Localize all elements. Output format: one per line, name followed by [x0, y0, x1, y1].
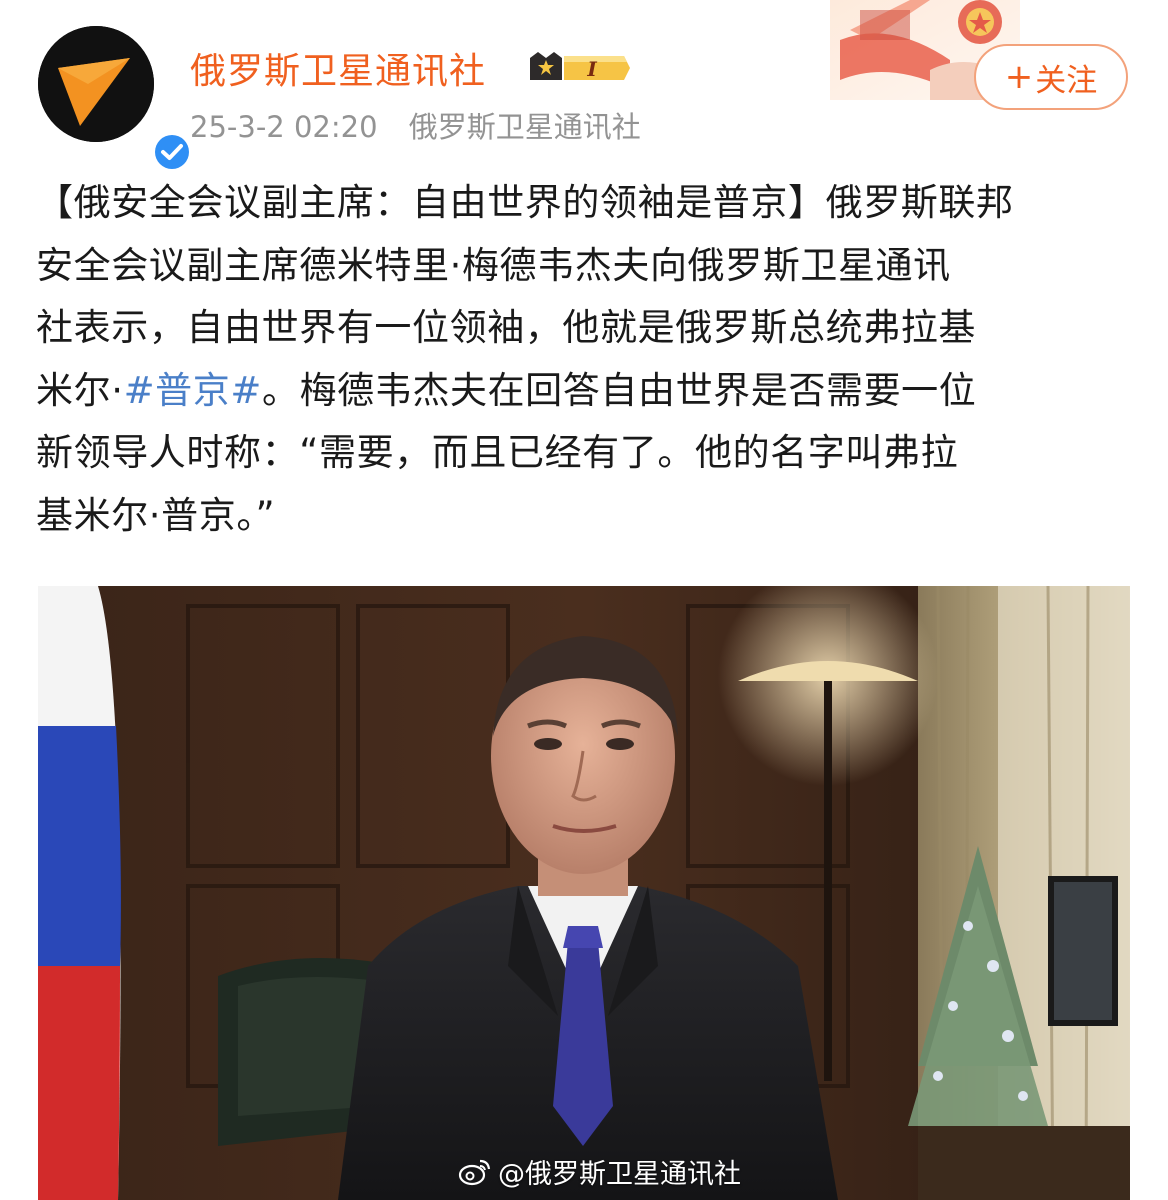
- weibo-logo-icon: [458, 1159, 491, 1185]
- post-text-line: 社表示，自由世界有一位领袖，他就是俄罗斯总统弗拉基: [36, 306, 976, 349]
- plus-icon: +: [1004, 57, 1034, 97]
- account-avatar[interactable]: [38, 26, 192, 172]
- post-header: 俄罗斯卫星通讯社 I 25-3-2 02:20 俄罗斯卫星通讯社 + 关注: [0, 0, 1168, 172]
- post-text-segment: 。梅德韦杰夫在回答自由世界是否需要一位: [261, 368, 977, 412]
- watermark-text: @俄罗斯卫星通讯社: [498, 1159, 741, 1190]
- post-body-text: 【俄安全会议副主席：自由世界的领袖是普京】俄罗斯联邦 安全会议副主席德米特里·梅…: [36, 172, 1132, 547]
- account-name[interactable]: 俄罗斯卫星通讯社: [190, 42, 486, 94]
- post-meta: 25-3-2 02:20 俄罗斯卫星通讯社: [190, 104, 641, 146]
- post-text-line: 安全会议副主席德米特里·梅德韦杰夫向俄罗斯卫星通讯: [36, 243, 951, 287]
- post-text-line: 米尔·#普京#。梅德韦杰夫在回答自由世界是否需要一位: [36, 360, 1132, 423]
- post-source[interactable]: 俄罗斯卫星通讯社: [409, 110, 641, 144]
- post-text-line: 新领导人时称：“需要，而且已经有了。他的名字叫弗拉: [36, 431, 959, 474]
- image-watermark: @俄罗斯卫星通讯社: [458, 1152, 741, 1191]
- hashtag-link[interactable]: #普京#: [124, 369, 262, 412]
- post-text-segment: 米尔·: [36, 368, 124, 412]
- verified-check-icon: [152, 132, 192, 172]
- follow-label: 关注: [1035, 62, 1098, 99]
- post-image[interactable]: @俄罗斯卫星通讯社: [38, 586, 1130, 1200]
- sputnik-logo-icon: [38, 26, 154, 142]
- follow-button[interactable]: + 关注: [974, 44, 1128, 110]
- post-timestamp: 25-3-2 02:20: [190, 110, 378, 144]
- crown-badge-icon[interactable]: I: [528, 48, 632, 88]
- vip-badge-level: I: [586, 57, 597, 81]
- post-text-line: 【俄安全会议副主席：自由世界的领袖是普京】俄罗斯联邦: [36, 181, 1014, 224]
- office-portrait-photo: [38, 586, 1130, 1200]
- post-text-line: 基米尔·普京。”: [36, 493, 276, 537]
